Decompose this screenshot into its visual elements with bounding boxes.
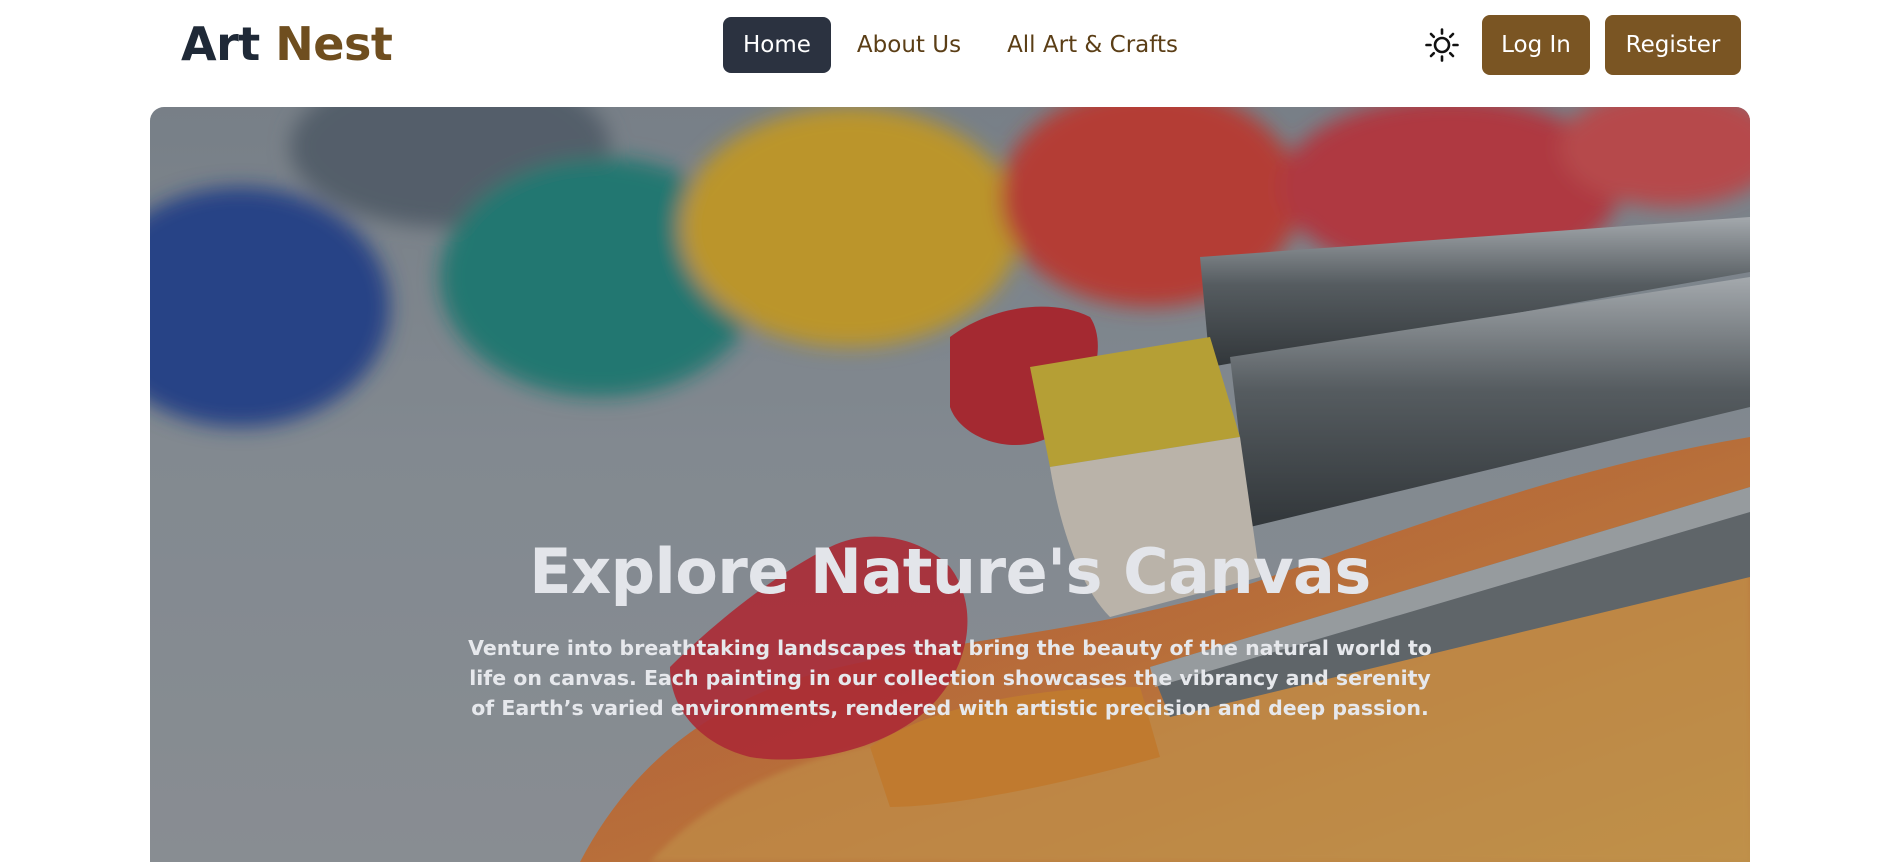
- main-nav: Home About Us All Art & Crafts: [723, 17, 1198, 73]
- hero-banner: Explore Nature's Canvas Venture into bre…: [150, 107, 1750, 862]
- nav-link-all-art-crafts[interactable]: All Art & Crafts: [987, 17, 1198, 73]
- nav-link-home[interactable]: Home: [723, 17, 831, 73]
- nav-link-about-us[interactable]: About Us: [837, 17, 981, 73]
- navbar: Art Nest Home About Us All Art & Crafts …: [0, 0, 1890, 90]
- brand-word-art: Art: [181, 17, 260, 71]
- hero-description: Venture into breathtaking landscapes tha…: [468, 636, 1432, 720]
- brand-logo[interactable]: Art Nest: [181, 16, 393, 72]
- register-button[interactable]: Register: [1605, 15, 1741, 75]
- sun-icon[interactable]: [1424, 27, 1460, 63]
- login-button[interactable]: Log In: [1482, 15, 1590, 75]
- hero-title: Explore Nature's Canvas: [529, 535, 1371, 608]
- brand-word-nest: Nest: [275, 17, 393, 71]
- hero-overlay: [150, 107, 1750, 862]
